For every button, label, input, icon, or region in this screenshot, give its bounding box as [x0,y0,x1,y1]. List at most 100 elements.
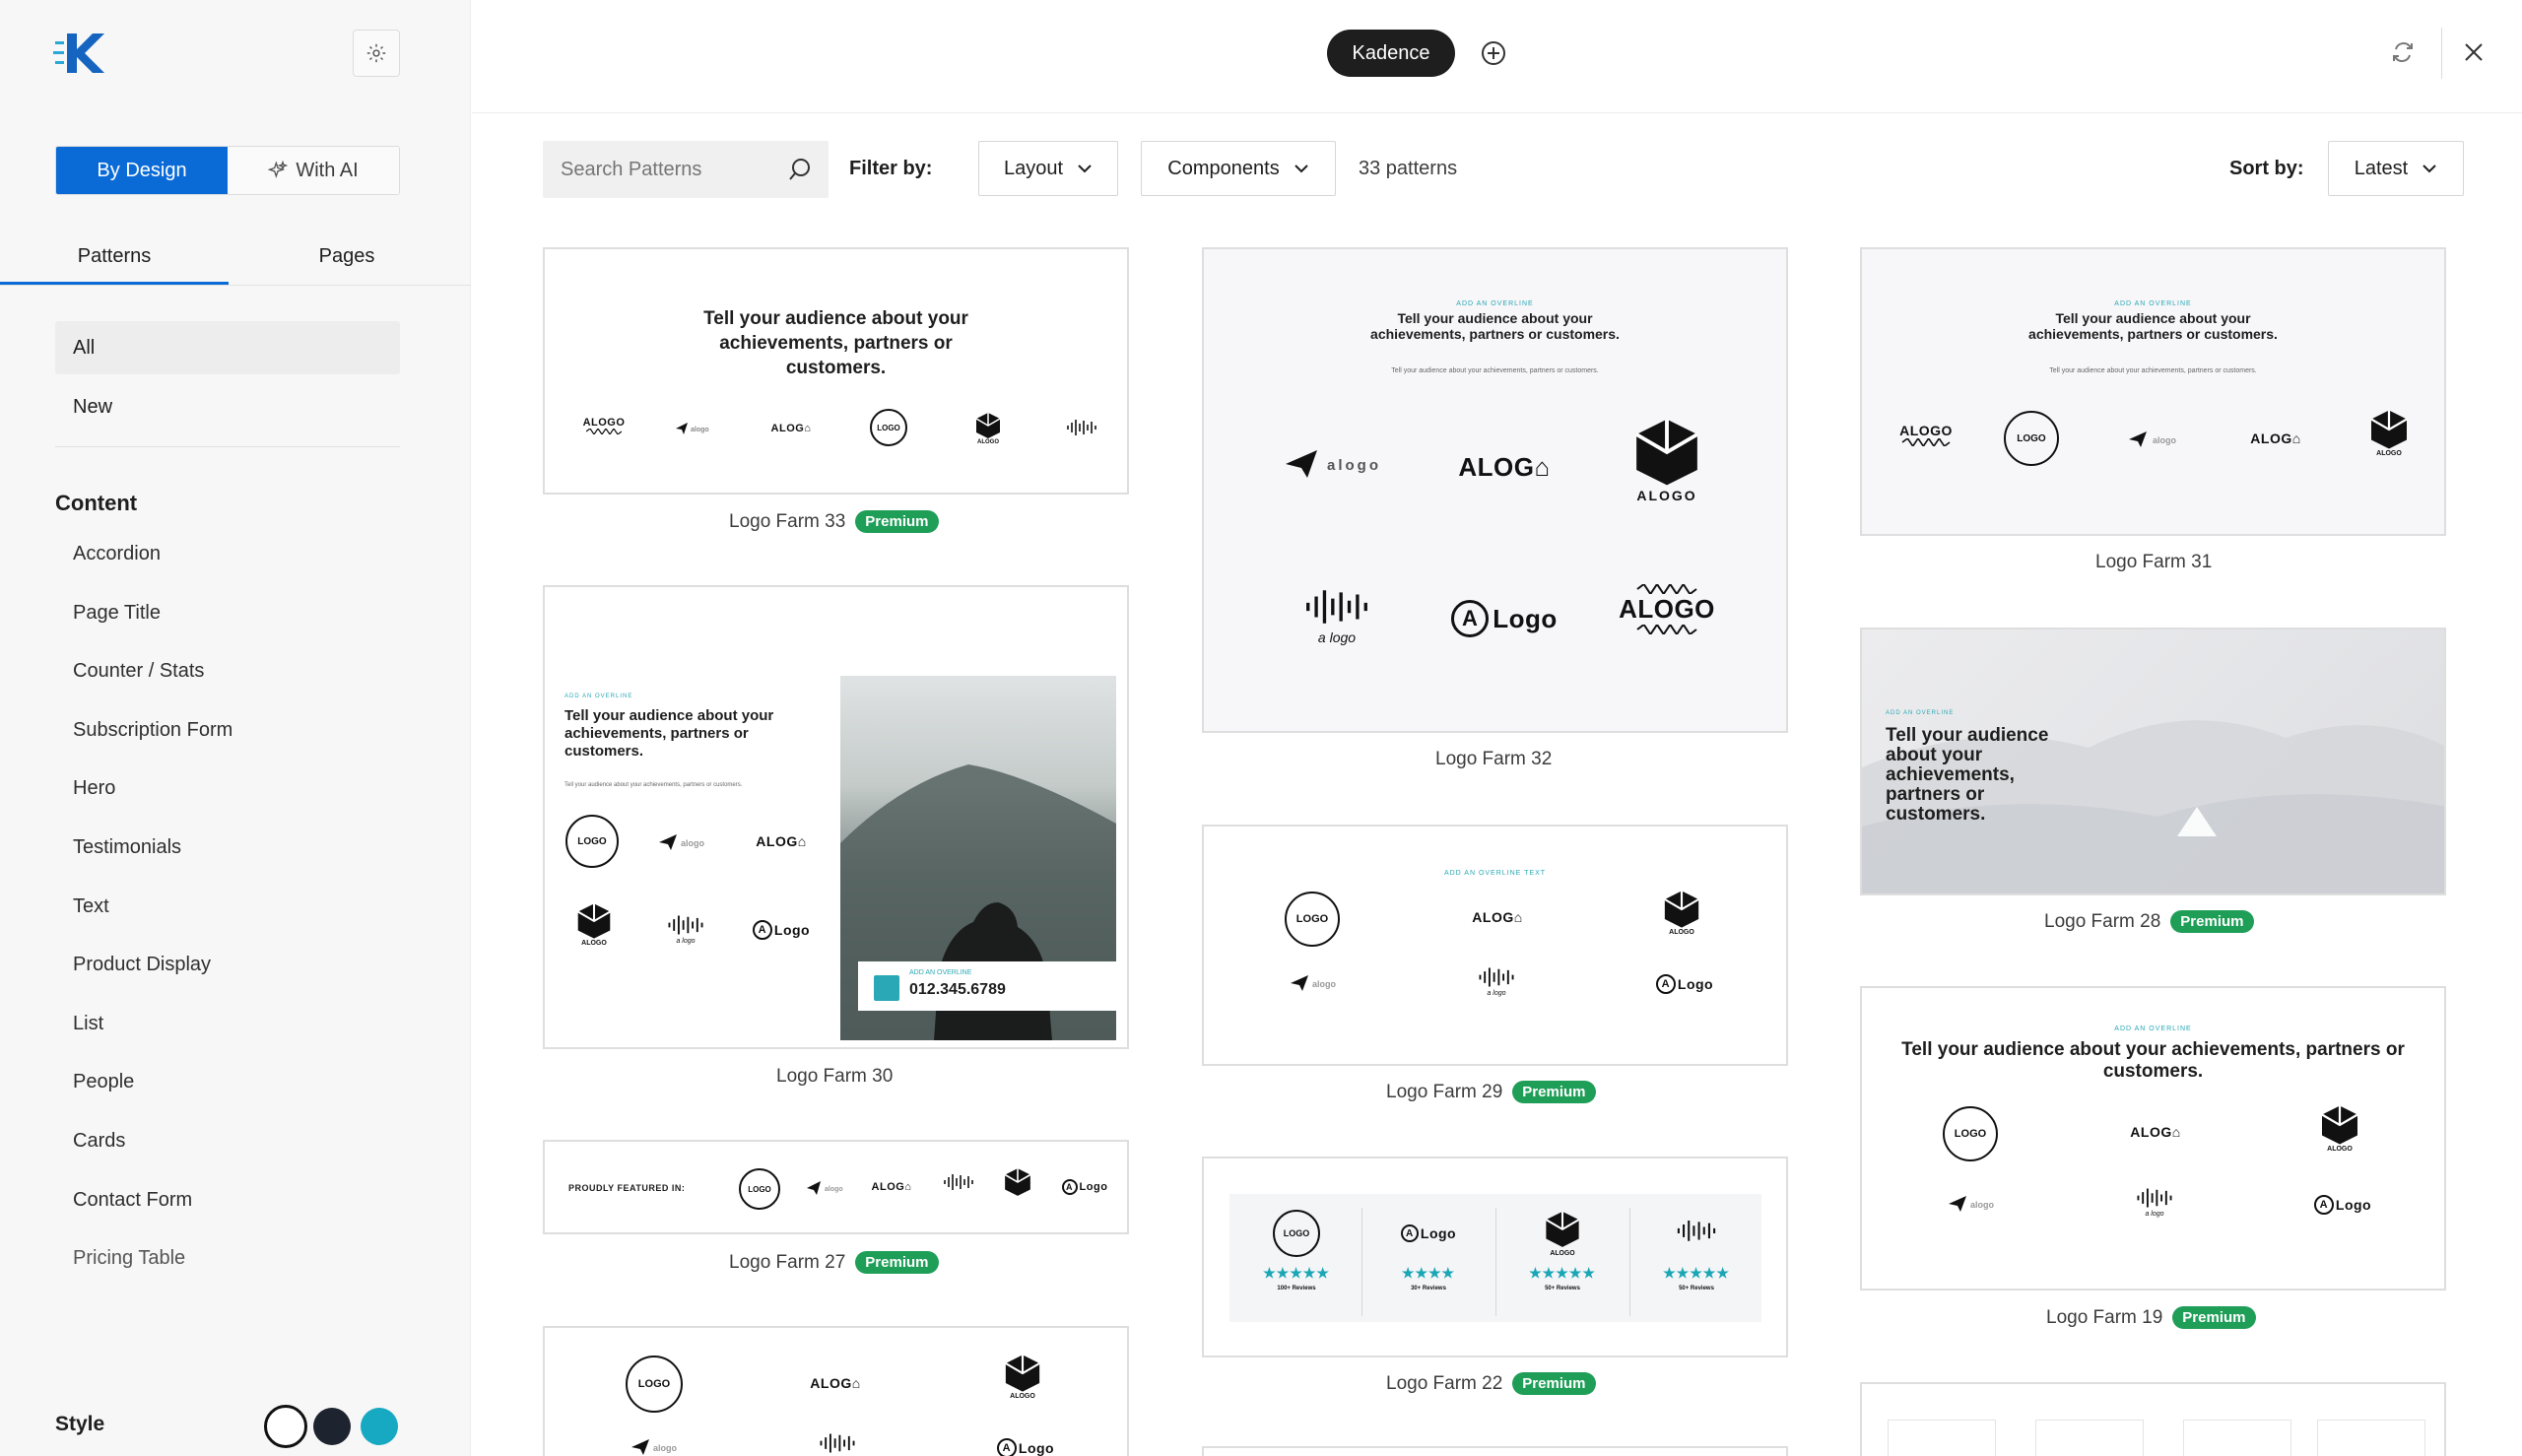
category-list[interactable]: List [73,1012,232,1071]
category-counter-stats[interactable]: Counter / Stats [73,659,232,718]
category-new[interactable]: New [73,396,112,419]
search-input[interactable] [543,141,769,198]
category-hero[interactable]: Hero [73,776,232,835]
by-design-button[interactable]: By Design [56,147,228,194]
preview-logo-wave [1052,417,1111,438]
tab-patterns[interactable]: Patterns [0,236,229,285]
pattern-name: Logo Farm 27 [729,1251,846,1273]
search-icon[interactable] [787,157,813,182]
preview-headline: Tell your audience about your achievemen… [1901,1039,2405,1082]
with-ai-button[interactable]: With AI [228,147,399,194]
preview-logo-a-logo: A Logo [1645,974,1724,994]
pattern-caption: Logo Farm 31 [2095,552,2212,573]
settings-button[interactable] [353,30,400,77]
preview-review-col-4: ★★★★★ 50+ Reviews [1647,1210,1746,1291]
preview-headline: Tell your audience about your achievemen… [2028,310,2278,342]
preview-logo-cube [998,1167,1037,1197]
pattern-name: Logo Farm 29 [1386,1081,1503,1102]
preview-headline: Tell your audience about your achievemen… [564,707,774,760]
preview-logo-circle: LOGO [1941,1104,2000,1163]
category-people[interactable]: People [73,1070,232,1129]
category-accordion[interactable]: Accordion [73,542,232,601]
sort-dropdown[interactable]: Latest [2328,141,2464,196]
pattern-caption: Logo Farm 28 Premium [2044,910,2254,933]
gear-icon [366,43,386,63]
style-swatch-light[interactable] [264,1405,307,1448]
preview-logo-circle: LOGO [564,814,620,869]
preview-logo-cube: ALOGO [564,902,624,947]
preview-logo-a-logo: A Logo [986,1438,1065,1456]
preview-logo-aloge: ALOG⌂ [2250,430,2301,446]
preview-logo-a-logo: A Logo [742,920,821,940]
section-heading: Content [55,491,138,515]
tab-pages[interactable]: Pages [229,236,465,285]
category-pricing-table[interactable]: Pricing Table [73,1246,232,1305]
pattern-name: Logo Farm 28 [2044,910,2161,932]
preview-logo-wave: a logo [651,912,720,945]
pattern-card-logo-farm-27[interactable]: PROUDLY FEATURED IN: LOGO alogo ALOG⌂ AL… [543,1140,1129,1234]
site-brand-button[interactable]: Kadence [1327,30,1455,77]
preview-logo-aloge: ALOG⌂ [810,1375,861,1391]
filter-label: Filter by: [849,158,933,179]
svg-text:alogo: alogo [681,838,705,848]
premium-badge: Premium [855,1251,939,1274]
preview-headline: Tell your audience about your achievemen… [703,308,968,378]
style-swatch-teal[interactable] [361,1408,398,1445]
premium-badge: Premium [1512,1372,1596,1395]
style-swatch-dark[interactable] [313,1408,351,1445]
chevron-down-icon [2422,165,2436,173]
category-page-title[interactable]: Page Title [73,601,232,660]
preview-logo-wave [803,1430,872,1456]
category-contact-form[interactable]: Contact Form [73,1188,232,1247]
preview-logo-cube: ALOGO [2355,409,2423,457]
pattern-caption: Logo Farm 22 Premium [1386,1372,1596,1395]
layout-dropdown[interactable]: Layout [978,141,1118,196]
pattern-card-logo-farm-30[interactable]: ADD AN OVERLINE Tell your audience about… [543,585,1129,1049]
components-dropdown[interactable]: Components [1141,141,1336,196]
pattern-card-logo-farm-19[interactable]: ADD AN OVERLINE Tell your audience about… [1860,986,2446,1291]
category-cards[interactable]: Cards [73,1129,232,1188]
pattern-name: Logo Farm 30 [776,1066,894,1087]
pattern-card-partial[interactable] [1860,1382,2446,1456]
pattern-card-logo-farm-29[interactable]: ADD AN OVERLINE TEXT LOGO ALOG⌂ ALOGO al… [1202,825,1788,1066]
preview-overline: ADD AN OVERLINE [1886,710,1955,716]
sort-label: Sort by: [2229,158,2304,179]
layout-dropdown-label: Layout [1003,157,1064,179]
pattern-card-logo-farm-32[interactable]: ADD AN OVERLINE Tell your audience about… [1202,247,1788,733]
preview-logo-wave: a logo [1462,964,1531,997]
svg-text:ALOGO: ALOGO [1550,1250,1575,1257]
svg-text:alogo: alogo [653,1443,678,1453]
sync-icon[interactable] [2388,37,2418,67]
preview-logo-cube: ALOGO [1618,417,1716,503]
pattern-count: 33 patterns [1359,158,1458,179]
add-circle-icon[interactable] [1480,39,1507,67]
preview-logo-cube: ALOGO [1652,890,1711,936]
preview-logo-circle: LOGO [624,1354,685,1415]
preview-review-col-3: ALOGO ★★★★★ 50+ Reviews [1513,1210,1612,1291]
category-text[interactable]: Text [73,894,232,954]
category-all[interactable]: All [55,321,400,374]
preview-logo-aloge: ALOG⌂ [756,833,807,849]
pattern-name: Logo Farm 32 [1435,749,1553,769]
pattern-card-logo-farm-31[interactable]: ADD AN OVERLINE Tell your audience about… [1860,247,2446,536]
category-subscription-form[interactable]: Subscription Form [73,718,232,777]
pattern-card-logo-farm-33[interactable]: Tell your audience about your achievemen… [543,247,1129,495]
pattern-card-partial[interactable]: LOGO ALOG⌂ ALOGO alogo A Logo [543,1326,1129,1456]
chevron-down-icon [1294,165,1308,173]
pattern-card-partial[interactable] [1202,1446,1788,1456]
svg-text:alogo: alogo [1312,979,1337,989]
preview-logo-plane: alogo [658,421,727,436]
preview-logo-cube: ALOGO [993,1354,1052,1400]
pattern-caption: Logo Farm 32 [1435,749,1552,770]
pattern-card-logo-farm-28[interactable]: ADD AN OVERLINE Tell your audience about… [1860,628,2446,895]
svg-text:alogo: alogo [825,1186,843,1193]
style-label: Style [55,1413,105,1435]
category-testimonials[interactable]: Testimonials [73,835,232,894]
divider [55,446,400,447]
pattern-card-logo-farm-22[interactable]: LOGO ★★★★★ 100+ Reviews A Logo ★★★★ 30+ R… [1202,1157,1788,1357]
close-icon[interactable] [2459,37,2489,67]
preview-logo-plane: alogo [624,1436,693,1456]
preview-logo-aloge: ALOG⌂ [1472,909,1523,925]
category-product-display[interactable]: Product Display [73,953,232,1012]
preview-headline: Tell your audience about your achievemen… [1370,310,1620,342]
